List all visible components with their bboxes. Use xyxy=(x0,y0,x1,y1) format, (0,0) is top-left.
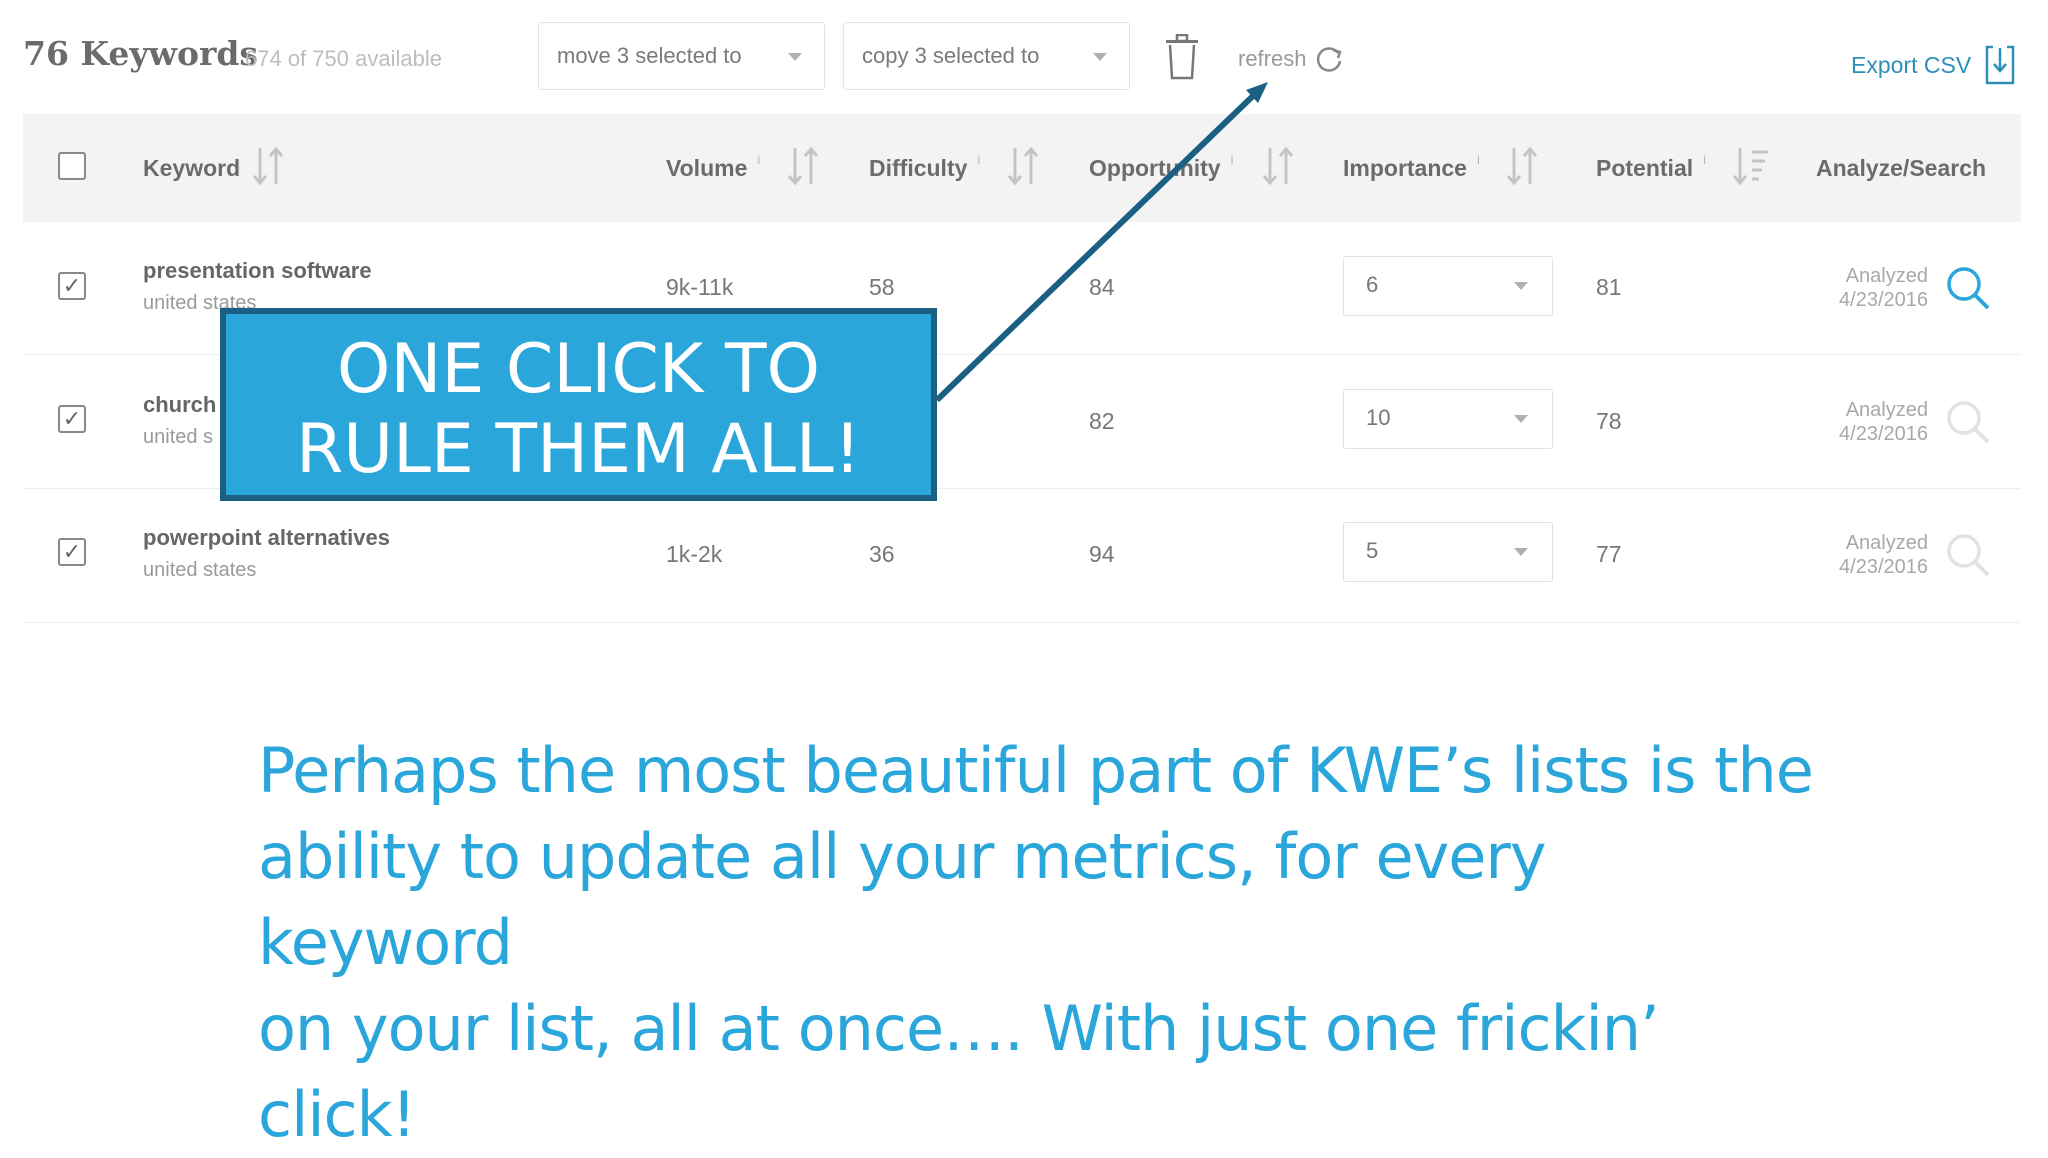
difficulty-value: 36 xyxy=(869,541,895,567)
caption-line-3: on your list, all at once…. With just on… xyxy=(258,992,1660,1151)
header-difficulty[interactable]: Difficulty i xyxy=(869,152,980,182)
sort-icon[interactable] xyxy=(1258,146,1298,186)
sort-icon[interactable] xyxy=(1003,146,1043,186)
export-csv-button[interactable]: Export CSV xyxy=(1851,44,2015,86)
info-icon[interactable]: i xyxy=(757,152,760,167)
caption-text: Perhaps the most beautiful part of KWE’s… xyxy=(258,728,1818,1158)
copy-selected-label: copy 3 selected to xyxy=(862,43,1040,68)
callout-line-2: RULE THEM ALL! xyxy=(296,410,861,489)
potential-value: 77 xyxy=(1596,541,1622,567)
chevron-down-icon xyxy=(788,53,802,61)
importance-select[interactable]: 6 xyxy=(1343,256,1553,316)
row-checkbox[interactable]: ✓ xyxy=(58,272,86,300)
volume-value: 1k-2k xyxy=(666,541,723,567)
opportunity-value: 94 xyxy=(1089,541,1115,567)
table-row[interactable] xyxy=(23,490,2021,623)
potential-value: 78 xyxy=(1596,408,1622,434)
header-opportunity[interactable]: Opportunity i xyxy=(1089,152,1234,182)
opportunity-value: 82 xyxy=(1089,408,1115,434)
info-icon[interactable]: i xyxy=(1477,152,1480,167)
chevron-down-icon xyxy=(1514,415,1528,423)
header-keyword[interactable]: Keyword xyxy=(143,155,240,182)
opportunity-value: 84 xyxy=(1089,274,1115,300)
volume-value: 9k-11k xyxy=(666,274,734,300)
sort-icon[interactable] xyxy=(1502,146,1542,186)
row-checkbox[interactable]: ✓ xyxy=(58,538,86,566)
sort-descending-icon[interactable] xyxy=(1730,146,1770,186)
select-all-checkbox[interactable] xyxy=(58,152,86,180)
available-count: 674 of 750 available xyxy=(245,46,442,71)
keyword-text[interactable]: church xyxy=(143,392,216,418)
header-analyze-search: Analyze/Search xyxy=(1816,155,1987,181)
search-icon[interactable] xyxy=(1944,264,1992,312)
keyword-location: united s xyxy=(143,426,214,448)
move-selected-dropdown[interactable]: move 3 selected to xyxy=(538,22,825,90)
sort-icon[interactable] xyxy=(248,146,288,186)
search-icon[interactable] xyxy=(1944,398,1992,446)
importance-select[interactable]: 10 xyxy=(1343,389,1553,449)
download-icon xyxy=(1985,45,2015,85)
refresh-icon xyxy=(1317,47,1343,72)
importance-select[interactable]: 5 xyxy=(1343,522,1553,582)
info-icon[interactable]: i xyxy=(977,152,980,167)
header-potential[interactable]: Potential i xyxy=(1596,152,1706,182)
analyzed-status: Analyzed 4/23/2016 xyxy=(1839,265,1928,311)
keyword-text[interactable]: presentation software xyxy=(143,258,372,284)
chevron-down-icon xyxy=(1514,548,1528,556)
move-selected-label: move 3 selected to xyxy=(557,43,742,68)
search-icon[interactable] xyxy=(1944,531,1992,579)
chevron-down-icon xyxy=(1093,53,1107,61)
keyword-text[interactable]: powerpoint alternatives xyxy=(143,525,390,551)
refresh-label: refresh xyxy=(1238,46,1307,71)
row-checkbox[interactable]: ✓ xyxy=(58,405,86,433)
caption-line-1: Perhaps the most beautiful part of KWE’s… xyxy=(258,734,1814,807)
header-volume[interactable]: Volume i xyxy=(666,152,760,182)
chevron-down-icon xyxy=(1514,282,1528,290)
info-icon[interactable]: i xyxy=(1231,152,1234,167)
keyword-count: 76 Keywords xyxy=(23,34,258,73)
info-icon[interactable]: i xyxy=(1703,152,1706,167)
callout-line-1: ONE CLICK TO xyxy=(336,330,821,409)
trash-icon[interactable] xyxy=(1165,34,1199,80)
caption-line-2: ability to update all your metrics, for … xyxy=(258,820,1547,979)
sort-icon[interactable] xyxy=(783,146,823,186)
export-csv-label: Export CSV xyxy=(1851,51,1972,78)
analyzed-status: Analyzed 4/23/2016 xyxy=(1839,399,1928,445)
keyword-location: united states xyxy=(143,559,257,581)
refresh-button[interactable]: refresh xyxy=(1238,44,1344,74)
copy-selected-dropdown[interactable]: copy 3 selected to xyxy=(843,22,1130,90)
callout-box: ONE CLICK TO RULE THEM ALL! xyxy=(220,308,937,501)
difficulty-value: 58 xyxy=(869,274,895,300)
header-importance[interactable]: Importance i xyxy=(1343,152,1480,182)
analyzed-status: Analyzed 4/23/2016 xyxy=(1839,532,1928,578)
potential-value: 81 xyxy=(1596,274,1622,300)
